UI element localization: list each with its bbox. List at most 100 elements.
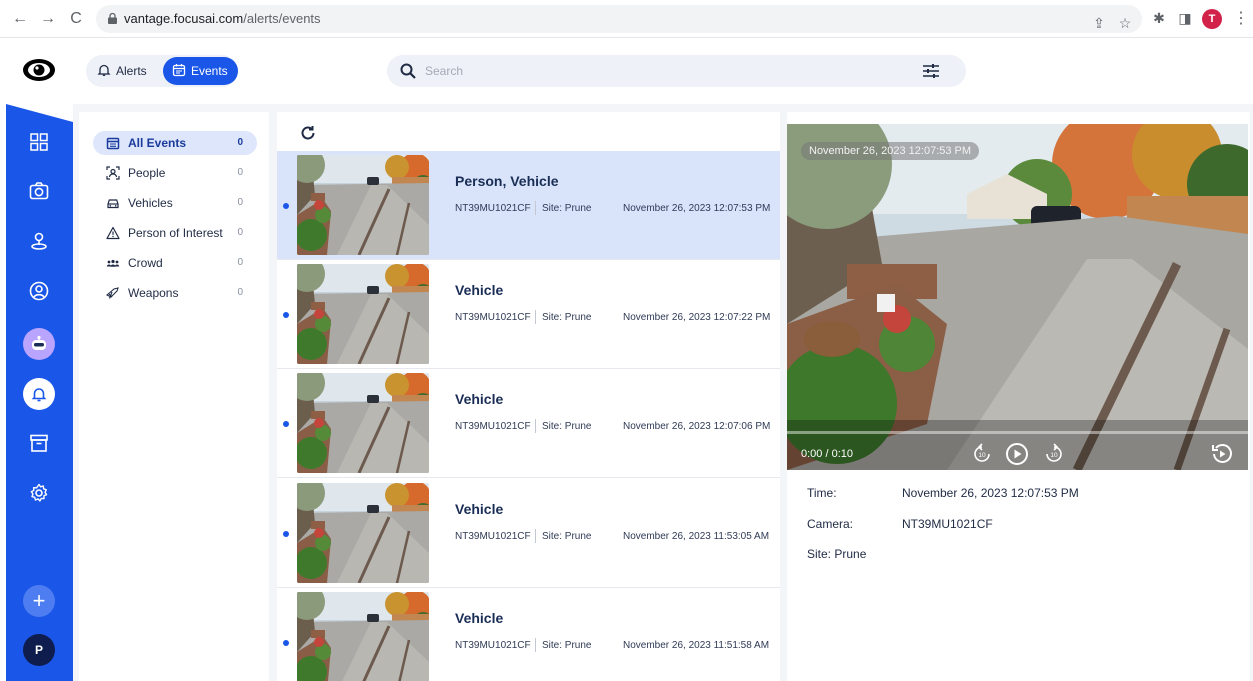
time-value: November 26, 2023 12:07:53 PM <box>902 486 1079 500</box>
unread-dot <box>283 531 289 537</box>
side-panel-icon[interactable]: ◨ <box>1176 9 1194 27</box>
svg-text:10: 10 <box>1050 452 1058 459</box>
event-site: Site: Prune <box>542 203 592 214</box>
category-panel: All Events 0 People 0 Vehicles 0 Person … <box>79 112 269 681</box>
profile-avatar[interactable]: T <box>1202 9 1222 29</box>
alerts-events-toggle: Alerts Events <box>86 55 238 87</box>
event-camera: NT39MU1021CF <box>455 640 531 651</box>
divider <box>535 529 536 543</box>
alerts-tab-label: Alerts <box>116 64 147 78</box>
category-vehicles[interactable]: Vehicles 0 <box>93 191 257 215</box>
divider <box>535 201 536 215</box>
back-arrow-icon[interactable]: ← <box>10 9 30 29</box>
refresh-icon[interactable] <box>299 124 317 142</box>
video-player[interactable]: November 26, 2023 12:07:53 PM 0:00 / 0:1… <box>787 124 1248 470</box>
site-label: Site: Prune <box>807 547 867 561</box>
events-tab-label: Events <box>191 64 228 78</box>
event-title: Person, Vehicle <box>455 173 559 189</box>
event-time: November 26, 2023 12:07:53 PM <box>623 203 771 214</box>
rewind-10-icon[interactable]: 10 <box>970 442 994 466</box>
filter-settings-icon[interactable] <box>922 63 940 79</box>
category-count: 0 <box>237 167 243 178</box>
category-count: 0 <box>237 197 243 208</box>
search-input[interactable] <box>425 62 905 80</box>
settings-icon[interactable] <box>28 482 50 504</box>
event-title: Vehicle <box>455 282 504 298</box>
event-site: Site: Prune <box>542 421 592 432</box>
category-label: Crowd <box>128 256 163 270</box>
event-thumbnail <box>297 592 429 681</box>
alerts-tab[interactable]: Alerts <box>88 57 157 85</box>
category-people[interactable]: People 0 <box>93 161 257 185</box>
event-time: November 26, 2023 12:07:22 PM <box>623 312 771 323</box>
alerts-nav-button[interactable] <box>23 378 55 410</box>
face-scan-icon[interactable] <box>28 280 50 302</box>
category-label: People <box>128 166 166 180</box>
divider <box>535 310 536 324</box>
lock-icon <box>108 13 117 24</box>
event-row[interactable]: Vehicle NT39MU1021CF Site: Prune Novembe… <box>277 260 780 369</box>
star-icon[interactable]: ☆ <box>1116 14 1134 32</box>
event-row[interactable]: Vehicle NT39MU1021CF Site: Prune Novembe… <box>277 369 780 478</box>
event-title: Vehicle <box>455 501 504 517</box>
bell-icon <box>31 388 47 402</box>
event-thumbnail <box>297 373 429 473</box>
divider <box>535 638 536 652</box>
event-row[interactable]: Vehicle NT39MU1021CF Site: Prune Novembe… <box>277 588 780 681</box>
warning-icon <box>106 226 120 240</box>
more-menu-icon[interactable]: ⋮ <box>1233 9 1249 29</box>
share-icon[interactable]: ⇪ <box>1090 14 1108 32</box>
address-bar[interactable]: vantage.focusai.com/alerts/events ⇪ ☆ <box>96 5 1142 33</box>
event-camera: NT39MU1021CF <box>455 421 531 432</box>
category-crowd[interactable]: Crowd 0 <box>93 251 257 275</box>
forward-10-icon[interactable]: 10 <box>1042 442 1066 466</box>
category-person-of-interest[interactable]: Person of Interest 0 <box>93 221 257 245</box>
extensions-icon[interactable]: ✱ <box>1150 9 1168 27</box>
search-bar <box>387 55 966 87</box>
event-time: November 26, 2023 11:53:05 AM <box>623 531 770 542</box>
app-header: Alerts Events <box>0 38 1253 104</box>
events-list: Person, Vehicle NT39MU1021CF Site: Prune… <box>277 112 780 681</box>
unread-dot <box>283 640 289 646</box>
event-time: November 26, 2023 12:07:06 PM <box>623 421 771 432</box>
divider <box>535 419 536 433</box>
replay-icon[interactable] <box>1210 442 1234 466</box>
event-thumbnail <box>297 483 429 583</box>
category-count: 0 <box>237 227 243 238</box>
video-frame <box>787 124 1248 470</box>
calendar-icon <box>106 137 120 150</box>
category-weapons[interactable]: Weapons 0 <box>93 281 257 305</box>
reload-icon[interactable]: C <box>66 9 86 29</box>
events-tab[interactable]: Events <box>163 57 238 85</box>
eye-logo-icon <box>23 59 55 81</box>
browser-toolbar: ← → C vantage.focusai.com/alerts/events … <box>0 0 1253 38</box>
event-camera: NT39MU1021CF <box>455 531 531 542</box>
time-label: Time: <box>807 486 837 500</box>
event-thumbnail <box>297 155 429 255</box>
event-row[interactable]: Vehicle NT39MU1021CF Site: Prune Novembe… <box>277 479 780 588</box>
add-icon: + <box>32 588 46 613</box>
weapon-icon <box>106 287 119 299</box>
bell-icon <box>97 64 111 76</box>
category-label: Vehicles <box>128 196 173 210</box>
camera-icon[interactable] <box>28 180 50 202</box>
event-title: Vehicle <box>455 610 504 626</box>
archive-icon[interactable] <box>28 432 50 454</box>
map-pin-icon[interactable] <box>28 230 50 252</box>
event-camera: NT39MU1021CF <box>455 312 531 323</box>
event-row[interactable]: Person, Vehicle NT39MU1021CF Site: Prune… <box>277 151 780 260</box>
category-count: 0 <box>237 257 243 268</box>
play-icon[interactable] <box>1005 442 1029 466</box>
event-detail-panel: November 26, 2023 12:07:53 PM 0:00 / 0:1… <box>787 112 1250 681</box>
url-host: vantage.focusai.com <box>124 11 244 26</box>
add-button[interactable]: + <box>23 585 55 617</box>
video-time: 0:00 / 0:10 <box>801 448 853 460</box>
ai-assistant-button[interactable] <box>23 328 55 360</box>
category-all-events[interactable]: All Events 0 <box>93 131 257 155</box>
dashboard-icon[interactable] <box>28 131 50 153</box>
camera-value: NT39MU1021CF <box>902 517 993 531</box>
user-avatar[interactable]: P <box>23 634 55 666</box>
forward-arrow-icon[interactable]: → <box>38 9 58 29</box>
category-count: 0 <box>237 287 243 298</box>
video-progress-bar[interactable] <box>787 431 1248 434</box>
